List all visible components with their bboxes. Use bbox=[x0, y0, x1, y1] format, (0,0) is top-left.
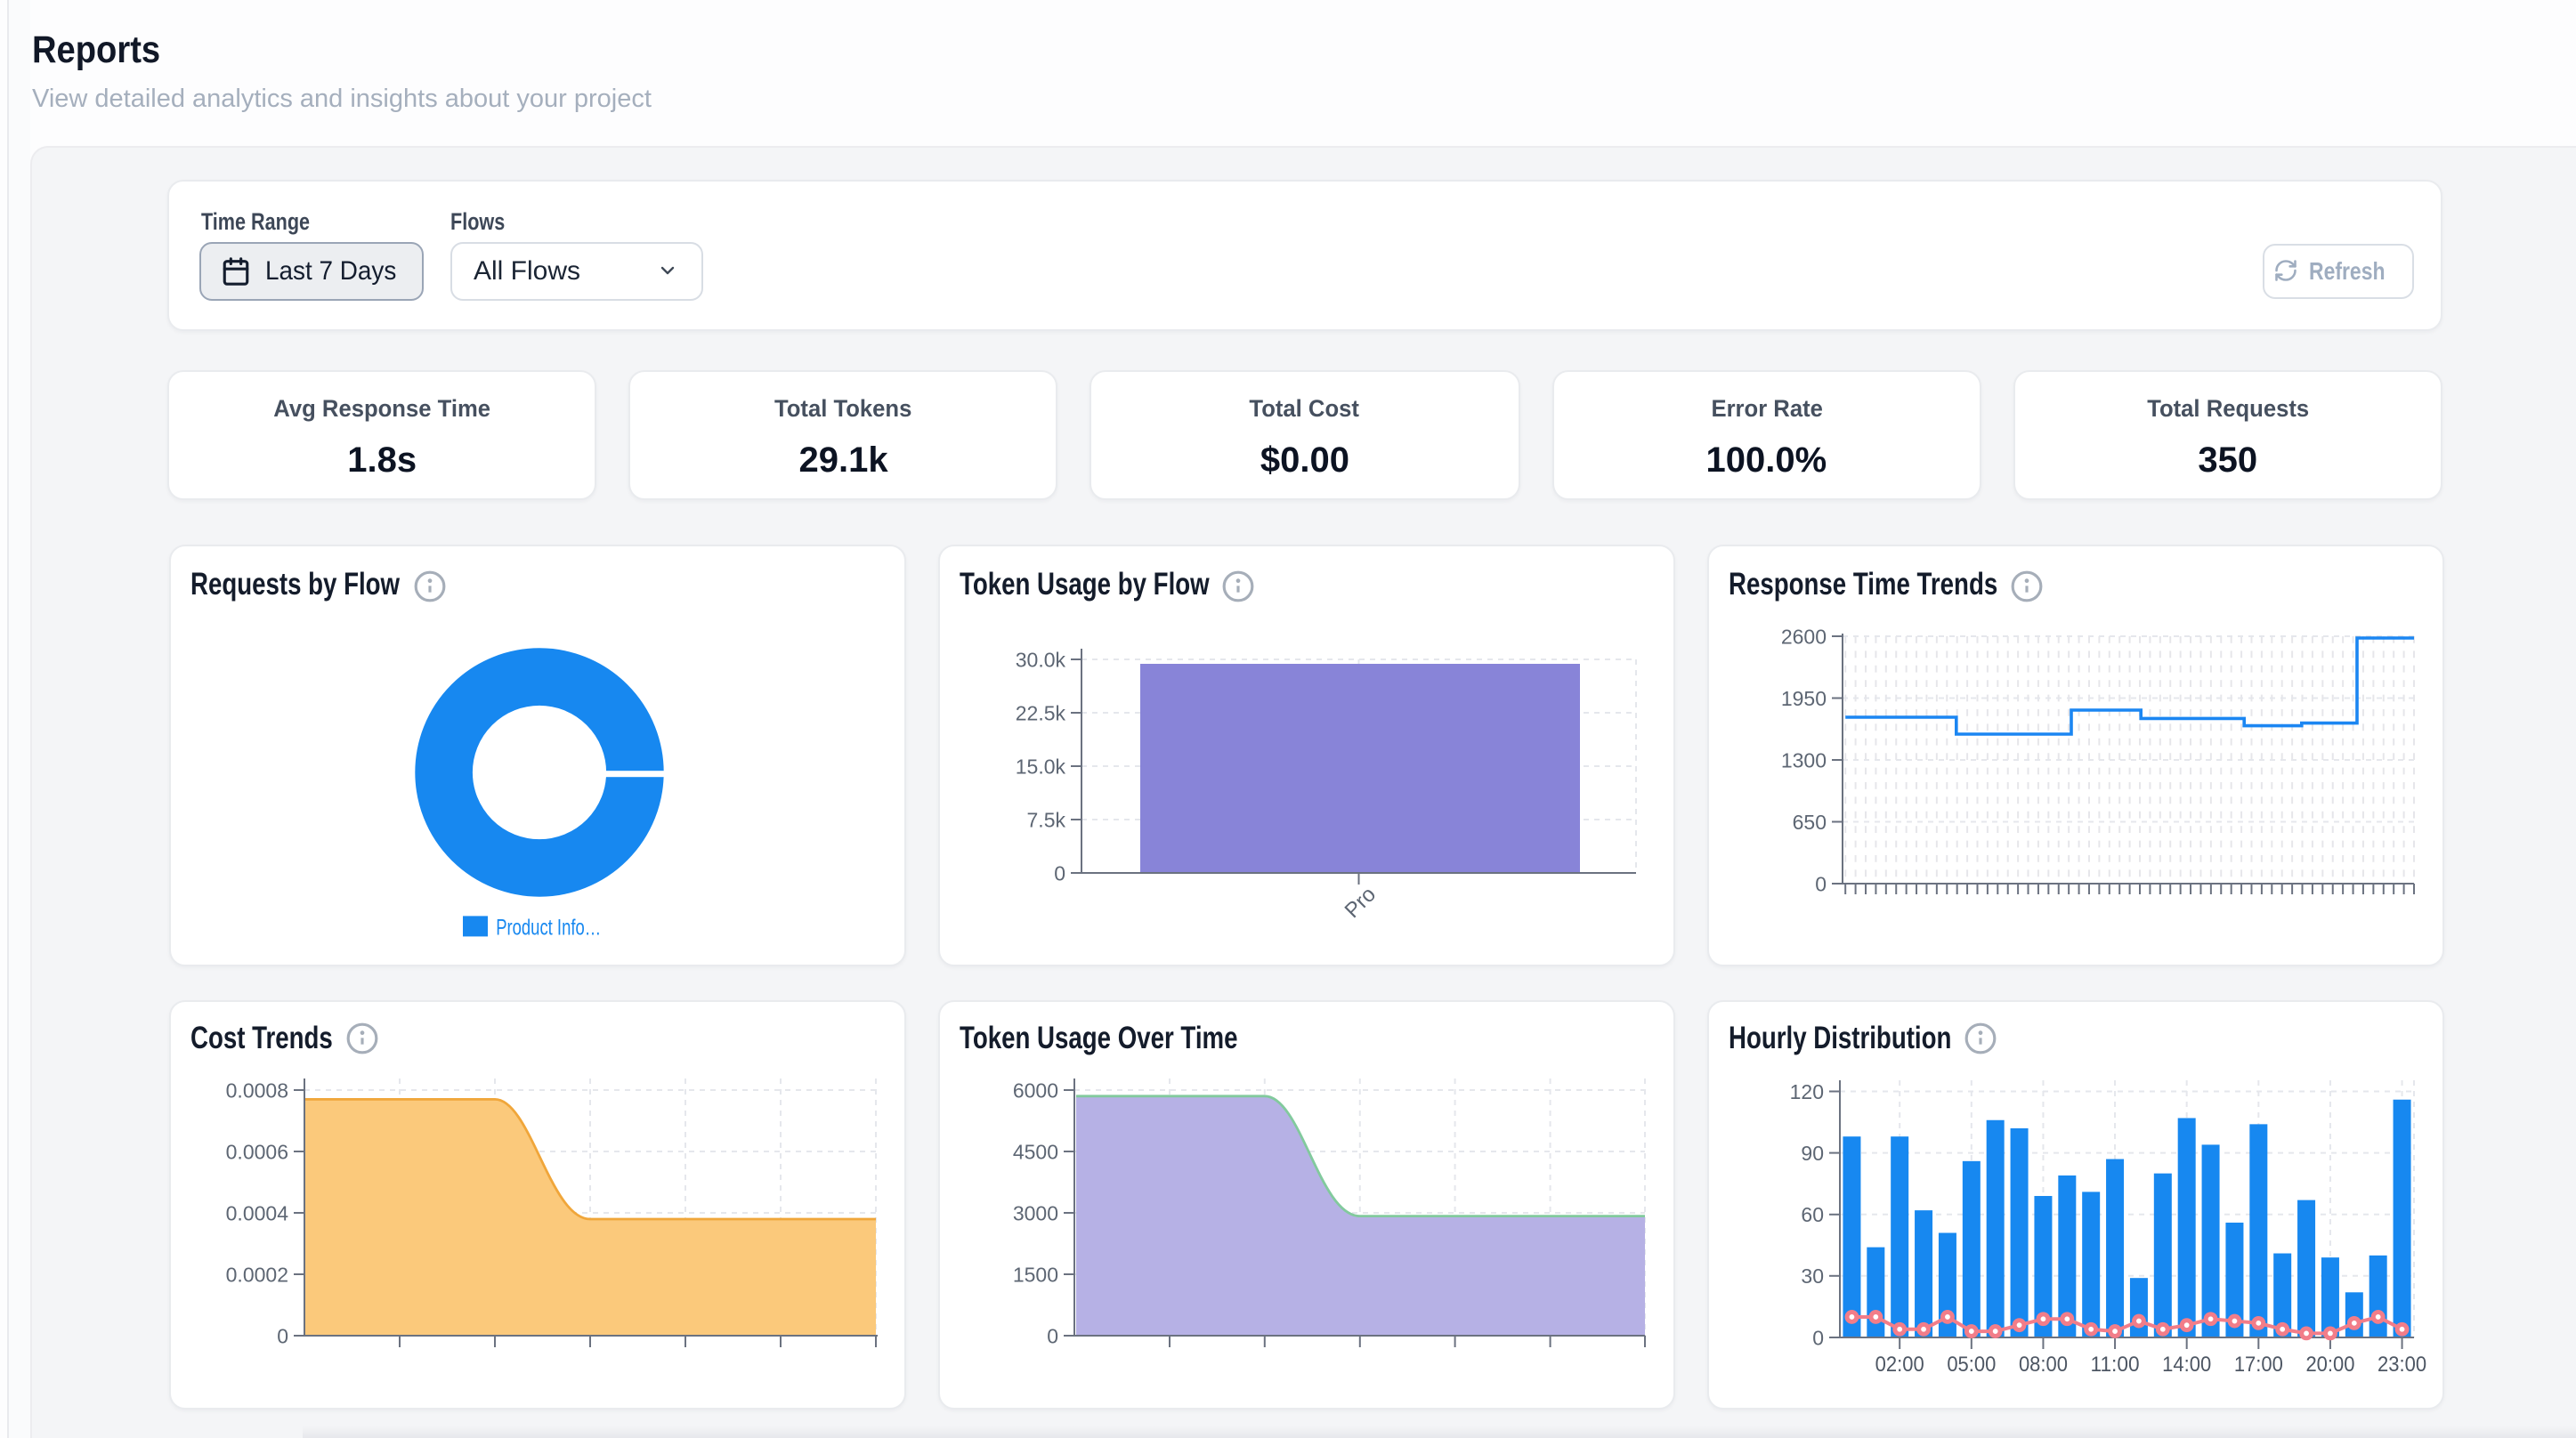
svg-text:20:00: 20:00 bbox=[2305, 1352, 2354, 1376]
svg-text:1500: 1500 bbox=[1013, 1262, 1058, 1285]
svg-text:05:00: 05:00 bbox=[1947, 1352, 1996, 1376]
svg-text:0: 0 bbox=[1812, 1325, 1824, 1348]
svg-text:30.0k: 30.0k bbox=[1016, 648, 1066, 671]
svg-text:02:00: 02:00 bbox=[1875, 1352, 1924, 1376]
svg-text:11:00: 11:00 bbox=[2091, 1352, 2140, 1376]
svg-text:4500: 4500 bbox=[1013, 1139, 1058, 1162]
svg-text:60: 60 bbox=[1801, 1202, 1824, 1225]
svg-text:0.0006: 0.0006 bbox=[226, 1139, 288, 1162]
svg-text:30: 30 bbox=[1801, 1264, 1824, 1287]
svg-text:1950: 1950 bbox=[1781, 687, 1827, 710]
svg-text:15.0k: 15.0k bbox=[1016, 755, 1066, 778]
svg-text:23:00: 23:00 bbox=[2378, 1352, 2426, 1376]
svg-text:0.0004: 0.0004 bbox=[226, 1200, 289, 1224]
svg-text:2600: 2600 bbox=[1781, 625, 1827, 648]
svg-text:0.0002: 0.0002 bbox=[226, 1262, 288, 1285]
svg-text:0: 0 bbox=[1815, 872, 1827, 895]
svg-text:1300: 1300 bbox=[1781, 748, 1827, 772]
svg-text:Product Info…: Product Info… bbox=[496, 916, 601, 941]
svg-text:14:00: 14:00 bbox=[2162, 1352, 2211, 1376]
svg-text:08:00: 08:00 bbox=[2019, 1352, 2068, 1376]
svg-text:90: 90 bbox=[1801, 1141, 1824, 1164]
svg-text:0.0008: 0.0008 bbox=[226, 1078, 288, 1101]
svg-text:17:00: 17:00 bbox=[2234, 1352, 2283, 1376]
svg-text:120: 120 bbox=[1790, 1079, 1824, 1103]
svg-text:7.5k: 7.5k bbox=[1027, 808, 1066, 831]
svg-text:650: 650 bbox=[1793, 811, 1827, 834]
svg-text:0: 0 bbox=[1047, 1323, 1058, 1346]
svg-text:0: 0 bbox=[1054, 861, 1065, 885]
svg-text:0: 0 bbox=[277, 1323, 288, 1346]
svg-text:3000: 3000 bbox=[1013, 1200, 1058, 1224]
svg-text:6000: 6000 bbox=[1013, 1078, 1058, 1101]
svg-text:22.5k: 22.5k bbox=[1016, 701, 1066, 724]
svg-text:Pro: Pro bbox=[1341, 883, 1381, 924]
